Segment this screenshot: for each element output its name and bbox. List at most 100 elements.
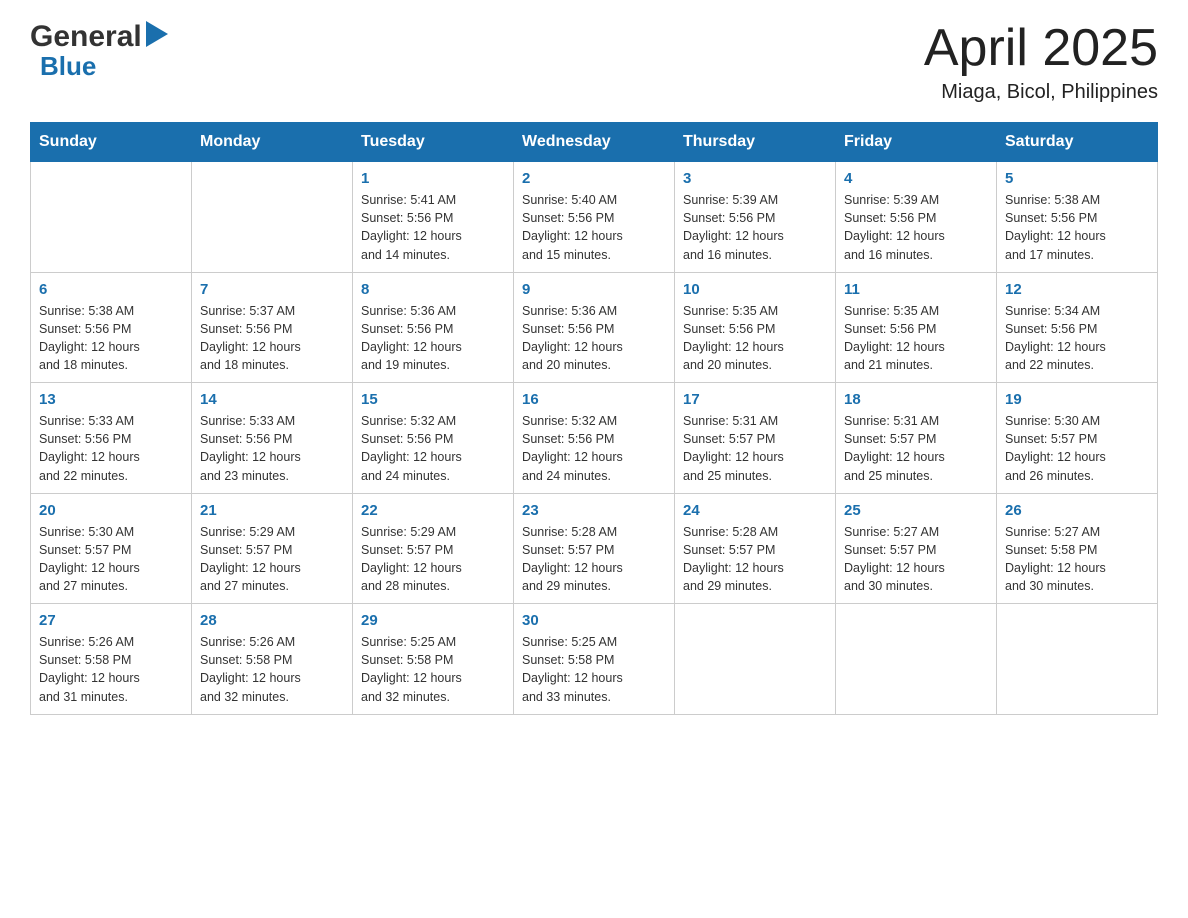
location: Miaga, Bicol, Philippines (924, 81, 1158, 104)
day-number: 9 (522, 281, 666, 298)
day-info: Sunrise: 5:36 AMSunset: 5:56 PMDaylight:… (522, 302, 666, 375)
header-monday: Monday (192, 123, 353, 162)
day-number: 10 (683, 281, 827, 298)
day-info: Sunrise: 5:34 AMSunset: 5:56 PMDaylight:… (1005, 302, 1149, 375)
calendar-cell: 9 Sunrise: 5:36 AMSunset: 5:56 PMDaylight… (514, 272, 675, 383)
day-info: Sunrise: 5:27 AMSunset: 5:57 PMDaylight:… (844, 523, 988, 596)
calendar-cell: 13 Sunrise: 5:33 AMSunset: 5:56 PMDayligh… (31, 383, 192, 494)
logo-text: General (30, 20, 168, 53)
day-number: 7 (200, 281, 344, 298)
day-info: Sunrise: 5:33 AMSunset: 5:56 PMDaylight:… (39, 412, 183, 485)
logo-general: General (30, 20, 142, 53)
calendar-body: 1 Sunrise: 5:41 AMSunset: 5:56 PMDaylight… (31, 162, 1158, 715)
day-number: 25 (844, 502, 988, 519)
day-info: Sunrise: 5:25 AMSunset: 5:58 PMDaylight:… (361, 633, 505, 706)
day-info: Sunrise: 5:27 AMSunset: 5:58 PMDaylight:… (1005, 523, 1149, 596)
calendar-cell: 24 Sunrise: 5:28 AMSunset: 5:57 PMDayligh… (675, 493, 836, 604)
calendar-cell: 30 Sunrise: 5:25 AMSunset: 5:58 PMDayligh… (514, 604, 675, 715)
day-info: Sunrise: 5:35 AMSunset: 5:56 PMDaylight:… (683, 302, 827, 375)
calendar-cell: 11Sunrise: 5:35 AMSunset: 5:56 PMDayligh… (836, 272, 997, 383)
day-info: Sunrise: 5:28 AMSunset: 5:57 PMDaylight:… (522, 523, 666, 596)
header-sunday: Sunday (31, 123, 192, 162)
header-tuesday: Tuesday (353, 123, 514, 162)
day-info: Sunrise: 5:32 AMSunset: 5:56 PMDaylight:… (522, 412, 666, 485)
day-number: 30 (522, 612, 666, 629)
day-info: Sunrise: 5:28 AMSunset: 5:57 PMDaylight:… (683, 523, 827, 596)
calendar-cell (192, 162, 353, 273)
day-number: 14 (200, 391, 344, 408)
calendar-cell: 20 Sunrise: 5:30 AMSunset: 5:57 PMDayligh… (31, 493, 192, 604)
day-number: 19 (1005, 391, 1149, 408)
day-info: Sunrise: 5:33 AMSunset: 5:56 PMDaylight:… (200, 412, 344, 485)
day-info: Sunrise: 5:38 AMSunset: 5:56 PMDaylight:… (39, 302, 183, 375)
day-number: 4 (844, 170, 988, 187)
day-info: Sunrise: 5:29 AMSunset: 5:57 PMDaylight:… (200, 523, 344, 596)
day-number: 6 (39, 281, 183, 298)
day-number: 24 (683, 502, 827, 519)
week-row-3: 13 Sunrise: 5:33 AMSunset: 5:56 PMDayligh… (31, 383, 1158, 494)
day-number: 1 (361, 170, 505, 187)
calendar-cell: 4 Sunrise: 5:39 AMSunset: 5:56 PMDaylight… (836, 162, 997, 273)
calendar-header-row: Sunday Monday Tuesday Wednesday Thursday… (31, 123, 1158, 162)
calendar-table: Sunday Monday Tuesday Wednesday Thursday… (30, 122, 1158, 715)
month-title: April 2025 (924, 20, 1158, 77)
day-number: 28 (200, 612, 344, 629)
day-number: 5 (1005, 170, 1149, 187)
week-row-4: 20 Sunrise: 5:30 AMSunset: 5:57 PMDayligh… (31, 493, 1158, 604)
calendar-cell: 28 Sunrise: 5:26 AMSunset: 5:58 PMDayligh… (192, 604, 353, 715)
page-header: General Blue April 2025 Miaga, Bicol, Ph… (30, 20, 1158, 104)
day-info: Sunrise: 5:41 AMSunset: 5:56 PMDaylight:… (361, 191, 505, 264)
day-info: Sunrise: 5:35 AMSunset: 5:56 PMDaylight:… (844, 302, 988, 375)
calendar-cell: 7 Sunrise: 5:37 AMSunset: 5:56 PMDaylight… (192, 272, 353, 383)
title-section: April 2025 Miaga, Bicol, Philippines (924, 20, 1158, 104)
day-info: Sunrise: 5:38 AMSunset: 5:56 PMDaylight:… (1005, 191, 1149, 264)
day-number: 13 (39, 391, 183, 408)
day-info: Sunrise: 5:37 AMSunset: 5:56 PMDaylight:… (200, 302, 344, 375)
day-info: Sunrise: 5:30 AMSunset: 5:57 PMDaylight:… (1005, 412, 1149, 485)
calendar-cell (997, 604, 1158, 715)
calendar-cell: 16 Sunrise: 5:32 AMSunset: 5:56 PMDayligh… (514, 383, 675, 494)
week-row-5: 27Sunrise: 5:26 AMSunset: 5:58 PMDayligh… (31, 604, 1158, 715)
calendar-cell: 19 Sunrise: 5:30 AMSunset: 5:57 PMDayligh… (997, 383, 1158, 494)
day-info: Sunrise: 5:39 AMSunset: 5:56 PMDaylight:… (844, 191, 988, 264)
day-number: 3 (683, 170, 827, 187)
day-info: Sunrise: 5:39 AMSunset: 5:56 PMDaylight:… (683, 191, 827, 264)
header-friday: Friday (836, 123, 997, 162)
calendar-cell: 22Sunrise: 5:29 AMSunset: 5:57 PMDayligh… (353, 493, 514, 604)
calendar-cell: 6 Sunrise: 5:38 AMSunset: 5:56 PMDaylight… (31, 272, 192, 383)
calendar-cell: 1 Sunrise: 5:41 AMSunset: 5:56 PMDaylight… (353, 162, 514, 273)
header-saturday: Saturday (997, 123, 1158, 162)
day-info: Sunrise: 5:31 AMSunset: 5:57 PMDaylight:… (844, 412, 988, 485)
day-info: Sunrise: 5:31 AMSunset: 5:57 PMDaylight:… (683, 412, 827, 485)
header-wednesday: Wednesday (514, 123, 675, 162)
day-info: Sunrise: 5:26 AMSunset: 5:58 PMDaylight:… (39, 633, 183, 706)
day-number: 18 (844, 391, 988, 408)
week-row-1: 1 Sunrise: 5:41 AMSunset: 5:56 PMDaylight… (31, 162, 1158, 273)
day-number: 12 (1005, 281, 1149, 298)
day-number: 21 (200, 502, 344, 519)
day-info: Sunrise: 5:36 AMSunset: 5:56 PMDaylight:… (361, 302, 505, 375)
calendar-cell: 25 Sunrise: 5:27 AMSunset: 5:57 PMDayligh… (836, 493, 997, 604)
header-thursday: Thursday (675, 123, 836, 162)
day-number: 17 (683, 391, 827, 408)
calendar-cell: 8 Sunrise: 5:36 AMSunset: 5:56 PMDaylight… (353, 272, 514, 383)
day-number: 8 (361, 281, 505, 298)
calendar-cell: 26Sunrise: 5:27 AMSunset: 5:58 PMDayligh… (997, 493, 1158, 604)
day-number: 15 (361, 391, 505, 408)
day-info: Sunrise: 5:25 AMSunset: 5:58 PMDaylight:… (522, 633, 666, 706)
day-number: 29 (361, 612, 505, 629)
calendar-cell: 10 Sunrise: 5:35 AMSunset: 5:56 PMDayligh… (675, 272, 836, 383)
day-info: Sunrise: 5:30 AMSunset: 5:57 PMDaylight:… (39, 523, 183, 596)
day-info: Sunrise: 5:40 AMSunset: 5:56 PMDaylight:… (522, 191, 666, 264)
day-number: 16 (522, 391, 666, 408)
calendar-cell (31, 162, 192, 273)
logo-blue-text: Blue (40, 51, 96, 82)
calendar-cell: 15 Sunrise: 5:32 AMSunset: 5:56 PMDayligh… (353, 383, 514, 494)
day-number: 22 (361, 502, 505, 519)
day-info: Sunrise: 5:26 AMSunset: 5:58 PMDaylight:… (200, 633, 344, 706)
calendar-cell: 5 Sunrise: 5:38 AMSunset: 5:56 PMDaylight… (997, 162, 1158, 273)
day-info: Sunrise: 5:32 AMSunset: 5:56 PMDaylight:… (361, 412, 505, 485)
day-number: 20 (39, 502, 183, 519)
calendar-cell (836, 604, 997, 715)
calendar-cell: 12 Sunrise: 5:34 AMSunset: 5:56 PMDayligh… (997, 272, 1158, 383)
